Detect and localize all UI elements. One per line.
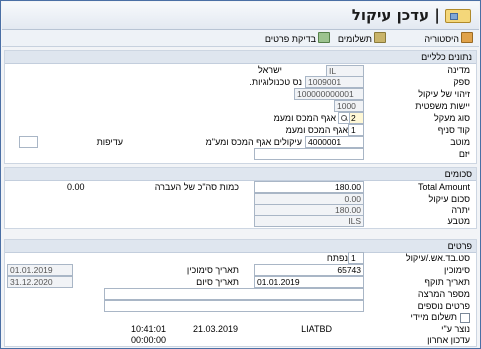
warrant-number-field[interactable]	[104, 288, 364, 300]
balance-label: יתרה	[451, 205, 470, 215]
window: צור | עדכן עיקול היסטוריה תשלומים בדיקת …	[0, 0, 481, 349]
last-update-label: עדכון אחרון	[427, 335, 470, 345]
transfer-total-label: כמות סה"כ של העברה	[154, 182, 239, 192]
warrant-number-label: מספר המרצה	[417, 289, 470, 299]
total-amount-label: Total Amount	[417, 182, 470, 192]
validity-date-field[interactable]: 01.01.2019	[254, 276, 364, 288]
depositor-type-field[interactable]: 2	[348, 112, 364, 124]
country-label: מדינה	[447, 65, 470, 75]
immediate-payment-checkbox[interactable]	[460, 313, 470, 323]
initiator-field[interactable]	[254, 148, 364, 160]
created-by-value: LIATBD	[301, 324, 332, 334]
status-text: נפתח	[326, 253, 348, 263]
details-section: פרטים סט.בד.אש./עיקול 1 נפתח סימוכין 657…	[4, 239, 477, 347]
history-icon	[461, 32, 473, 43]
country-name: ישראל	[258, 65, 282, 75]
payments-button[interactable]: תשלומים	[338, 32, 386, 44]
additional-details-label: פרטים נוספים	[417, 301, 470, 311]
reference-field[interactable]: 65743	[254, 264, 364, 276]
check-details-icon	[318, 32, 330, 43]
total-amount-field[interactable]: 180.00	[254, 181, 364, 193]
section-heading-general: נתונים כלליים	[5, 51, 476, 64]
end-date-label: תאריך סיום	[196, 277, 239, 287]
branch-code-text: אגף המכס ומעמ	[285, 125, 348, 135]
branch-code-field[interactable]: 1	[348, 124, 364, 136]
validity-date-label: תאריך תוקף	[424, 277, 470, 287]
recipient-text: עיקולים אגף המכס ומע"מ	[205, 137, 302, 147]
legal-entity-field[interactable]: 1000	[334, 100, 364, 112]
immediate-payment-label: תשלום מיידי	[410, 312, 457, 322]
transaction-icon[interactable]	[445, 9, 471, 23]
created-date-value: 21.03.2019	[192, 324, 238, 334]
search-help-icon[interactable]	[338, 112, 350, 124]
additional-details-field[interactable]	[104, 300, 364, 312]
last-update-time: 00:00:00	[130, 335, 166, 345]
supplier-field[interactable]: 1009001	[305, 76, 364, 88]
reference-date-label: תאריך סימוכין	[186, 265, 239, 275]
branch-code-label: קוד סניף	[437, 125, 470, 135]
priority-label: עדיפות	[96, 137, 123, 147]
status-field[interactable]: 1	[348, 252, 364, 264]
general-section: נתונים כלליים מדינה IL ישראל ספק 1009001…	[4, 50, 477, 164]
payments-icon	[374, 32, 386, 43]
reference-label: סימוכין	[444, 265, 470, 275]
transfer-total-value: 0.00	[67, 182, 85, 192]
recipient-label: מוטב	[450, 137, 470, 147]
garnishment-id-field[interactable]: 100000000001	[294, 88, 364, 100]
title-bar: צור | עדכן עיקול	[2, 2, 479, 30]
garnishment-id-label: זיהוי של עיקול	[418, 89, 470, 99]
section-heading-details: פרטים	[5, 240, 476, 253]
created-by-label: נוצר ע"י	[441, 324, 470, 334]
supplier-name: נס טכנולוגיות.	[249, 77, 302, 87]
history-button[interactable]: היסטוריה	[424, 32, 473, 44]
recipient-field[interactable]: 4000001	[305, 136, 364, 148]
legal-entity-label: יישות משפטית	[415, 101, 470, 111]
supplier-label: ספק	[453, 77, 470, 87]
check-details-button[interactable]: בדיקת פרטים	[265, 32, 330, 44]
garnishment-amount-label: סכום עיקול	[428, 194, 470, 204]
end-date-field[interactable]: 31.12.2020	[7, 276, 73, 288]
priority-field[interactable]	[19, 136, 38, 148]
amounts-section: סכומים Total Amount 180.00 כמות סה"כ של …	[4, 167, 477, 229]
section-heading-amounts: סכומים	[5, 168, 476, 181]
currency-field[interactable]: ILS	[254, 215, 364, 227]
created-time-value: 10:41:01	[130, 324, 166, 334]
currency-label: מטבע	[447, 216, 471, 226]
initiator-label: יזם	[458, 149, 470, 159]
status-label: סט.בד.אש./עיקול	[405, 253, 470, 263]
reference-date-field[interactable]: 01.01.2019	[7, 264, 73, 276]
depositor-type-text: אגף המכס ומעמ	[273, 113, 336, 123]
depositor-type-label: סוג מעקל	[434, 113, 470, 123]
toolbar: היסטוריה תשלומים בדיקת פרטים	[2, 30, 479, 47]
